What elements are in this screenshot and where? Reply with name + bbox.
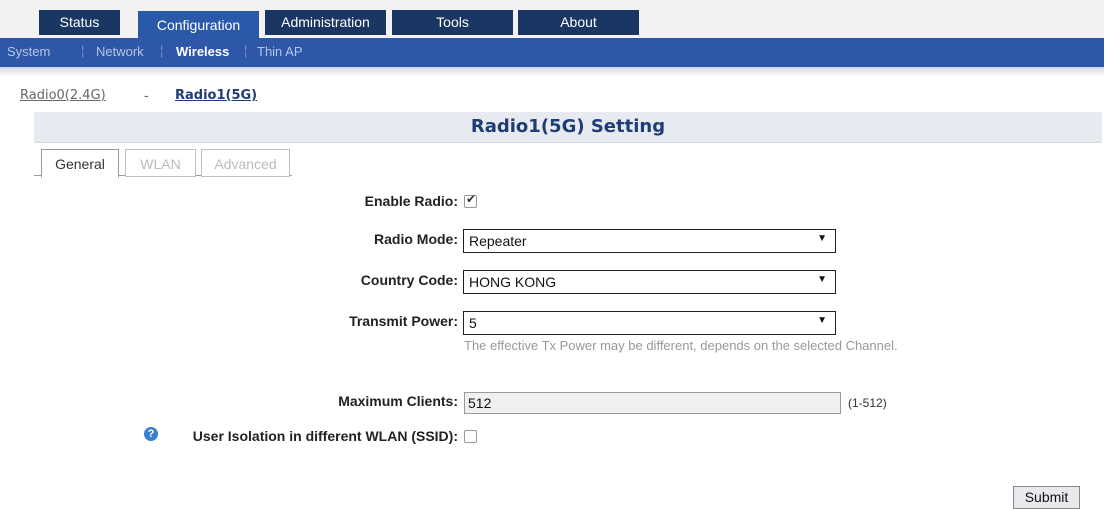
transmit-power-select[interactable]: 5 ▼ (463, 311, 836, 335)
info-icon[interactable]: ? (144, 427, 158, 441)
section-header: Radio1(5G) Setting (34, 112, 1102, 143)
radio1-link[interactable]: Radio1(5G) (175, 88, 257, 103)
tab-wlan[interactable]: WLAN (125, 149, 196, 177)
nav-shadow (0, 67, 1104, 77)
max-clients-label: Maximum Clients: (338, 393, 458, 409)
tab-configuration[interactable]: Configuration (138, 11, 259, 38)
transmit-power-value: 5 (469, 315, 477, 331)
user-isolation-checkbox[interactable] (464, 430, 477, 443)
sub-navigation: System ¦ Network ¦ Wireless ¦ Thin AP (0, 38, 1104, 67)
max-clients-value: 512 (468, 395, 492, 411)
radio-link-separator: - (144, 87, 149, 103)
radio-mode-label: Radio Mode: (374, 231, 458, 247)
country-code-label: Country Code: (360, 272, 458, 288)
subtab-network[interactable]: Network (96, 44, 144, 59)
country-code-value: HONG KONG (469, 274, 557, 290)
chevron-down-icon: ▼ (817, 315, 827, 326)
tab-general[interactable]: General (41, 149, 119, 178)
radio-mode-value: Repeater (469, 233, 527, 249)
tab-advanced[interactable]: Advanced (201, 149, 290, 177)
subtab-wireless[interactable]: Wireless (176, 44, 229, 59)
check-icon: ✔ (466, 192, 477, 206)
tab-administration[interactable]: Administration (265, 10, 386, 35)
tab-status[interactable]: Status (39, 10, 120, 35)
subnav-divider: ¦ (160, 43, 164, 58)
tab-about[interactable]: About (518, 10, 639, 35)
country-code-select[interactable]: HONG KONG ▼ (463, 270, 836, 294)
section-title: Radio1(5G) Setting (470, 116, 666, 137)
enable-radio-checkbox[interactable]: ✔ (464, 192, 477, 208)
user-isolation-label: User Isolation in different WLAN (SSID): (192, 428, 458, 444)
radio0-link[interactable]: Radio0(2.4G) (20, 88, 106, 103)
enable-radio-label: Enable Radio: (364, 193, 458, 209)
subnav-divider: ¦ (81, 43, 85, 58)
top-navigation: Status Configuration Administration Tool… (0, 0, 1104, 38)
transmit-power-label: Transmit Power: (349, 313, 458, 329)
transmit-power-hint: The effective Tx Power may be different,… (464, 338, 898, 353)
submit-button[interactable]: Submit (1013, 486, 1080, 509)
subnav-divider: ¦ (244, 43, 248, 58)
subtab-thin-ap[interactable]: Thin AP (257, 44, 303, 59)
max-clients-input[interactable]: 512 (464, 392, 841, 414)
chevron-down-icon: ▼ (817, 274, 827, 285)
chevron-down-icon: ▼ (817, 233, 827, 244)
tab-tools[interactable]: Tools (392, 10, 513, 35)
subtab-system[interactable]: System (7, 44, 50, 59)
radio-mode-select[interactable]: Repeater ▼ (463, 229, 836, 253)
max-clients-range: (1-512) (848, 396, 887, 410)
